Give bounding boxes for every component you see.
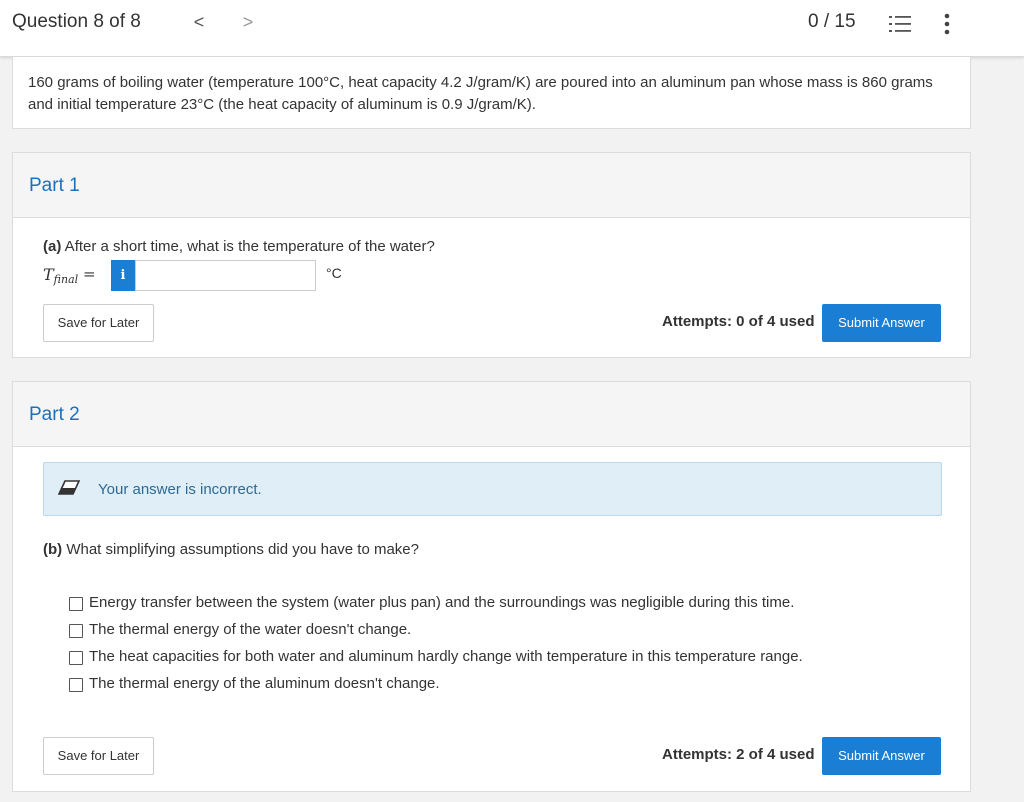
- problem-statement: 160 grams of boiling water (temperature …: [12, 57, 971, 129]
- question-text: After a short time, what is the temperat…: [61, 238, 435, 255]
- temperature-answer-input[interactable]: [135, 260, 316, 291]
- question-prefix: (a): [43, 238, 62, 255]
- checkbox[interactable]: [69, 651, 83, 665]
- checkbox[interactable]: [69, 624, 83, 638]
- save-for-later-button[interactable]: Save for Later: [43, 304, 154, 342]
- option-label: Energy transfer between the system (wate…: [89, 594, 795, 611]
- option-label: The thermal energy of the aluminum doesn…: [89, 675, 440, 692]
- part-1-card: Part 1 (a) After a short time, what is t…: [12, 152, 971, 358]
- part-2-header: Part 2: [13, 382, 970, 447]
- checkbox[interactable]: [69, 597, 83, 611]
- score-display: 0 / 15: [808, 11, 856, 32]
- question-counter: Question 8 of 8: [12, 11, 141, 32]
- part-1-question: (a) After a short time, what is the temp…: [43, 238, 435, 255]
- unit-label: °C: [326, 265, 342, 281]
- submit-answer-button[interactable]: Submit Answer: [822, 737, 941, 775]
- checkbox[interactable]: [69, 678, 83, 692]
- question-prefix: (b): [43, 541, 63, 558]
- variable-label: Tfinal: [43, 265, 79, 286]
- part-2-card: Part 2 Your answer is incorrect. (b) Wha…: [12, 381, 971, 792]
- option-label: The thermal energy of the water doesn't …: [89, 621, 412, 638]
- question-text: What simplifying assumptions did you hav…: [62, 541, 419, 558]
- save-for-later-button[interactable]: Save for Later: [43, 737, 154, 775]
- list-icon[interactable]: [889, 14, 911, 34]
- eraser-icon: [57, 480, 81, 496]
- next-question-button[interactable]: >: [238, 12, 258, 33]
- option-label: The heat capacities for both water and a…: [89, 648, 803, 665]
- more-vertical-icon[interactable]: [938, 12, 956, 36]
- part-2-question: (b) What simplifying assumptions did you…: [43, 541, 419, 558]
- part-1-header: Part 1: [13, 153, 970, 218]
- info-button[interactable]: i: [111, 260, 135, 291]
- top-bar: Question 8 of 8 < > 0 / 15: [0, 0, 1024, 57]
- part-2-title: Part 2: [29, 404, 80, 425]
- part-1-title: Part 1: [29, 175, 80, 196]
- attempts-counter: Attempts: 2 of 4 used: [662, 746, 815, 763]
- feedback-banner: Your answer is incorrect.: [43, 462, 942, 516]
- feedback-text: Your answer is incorrect.: [98, 481, 262, 498]
- problem-text: 160 grams of boiling water (temperature …: [28, 74, 933, 113]
- attempts-counter: Attempts: 0 of 4 used: [662, 313, 815, 330]
- submit-answer-button[interactable]: Submit Answer: [822, 304, 941, 342]
- previous-question-button[interactable]: <: [189, 12, 209, 33]
- equals-sign: =: [83, 265, 96, 283]
